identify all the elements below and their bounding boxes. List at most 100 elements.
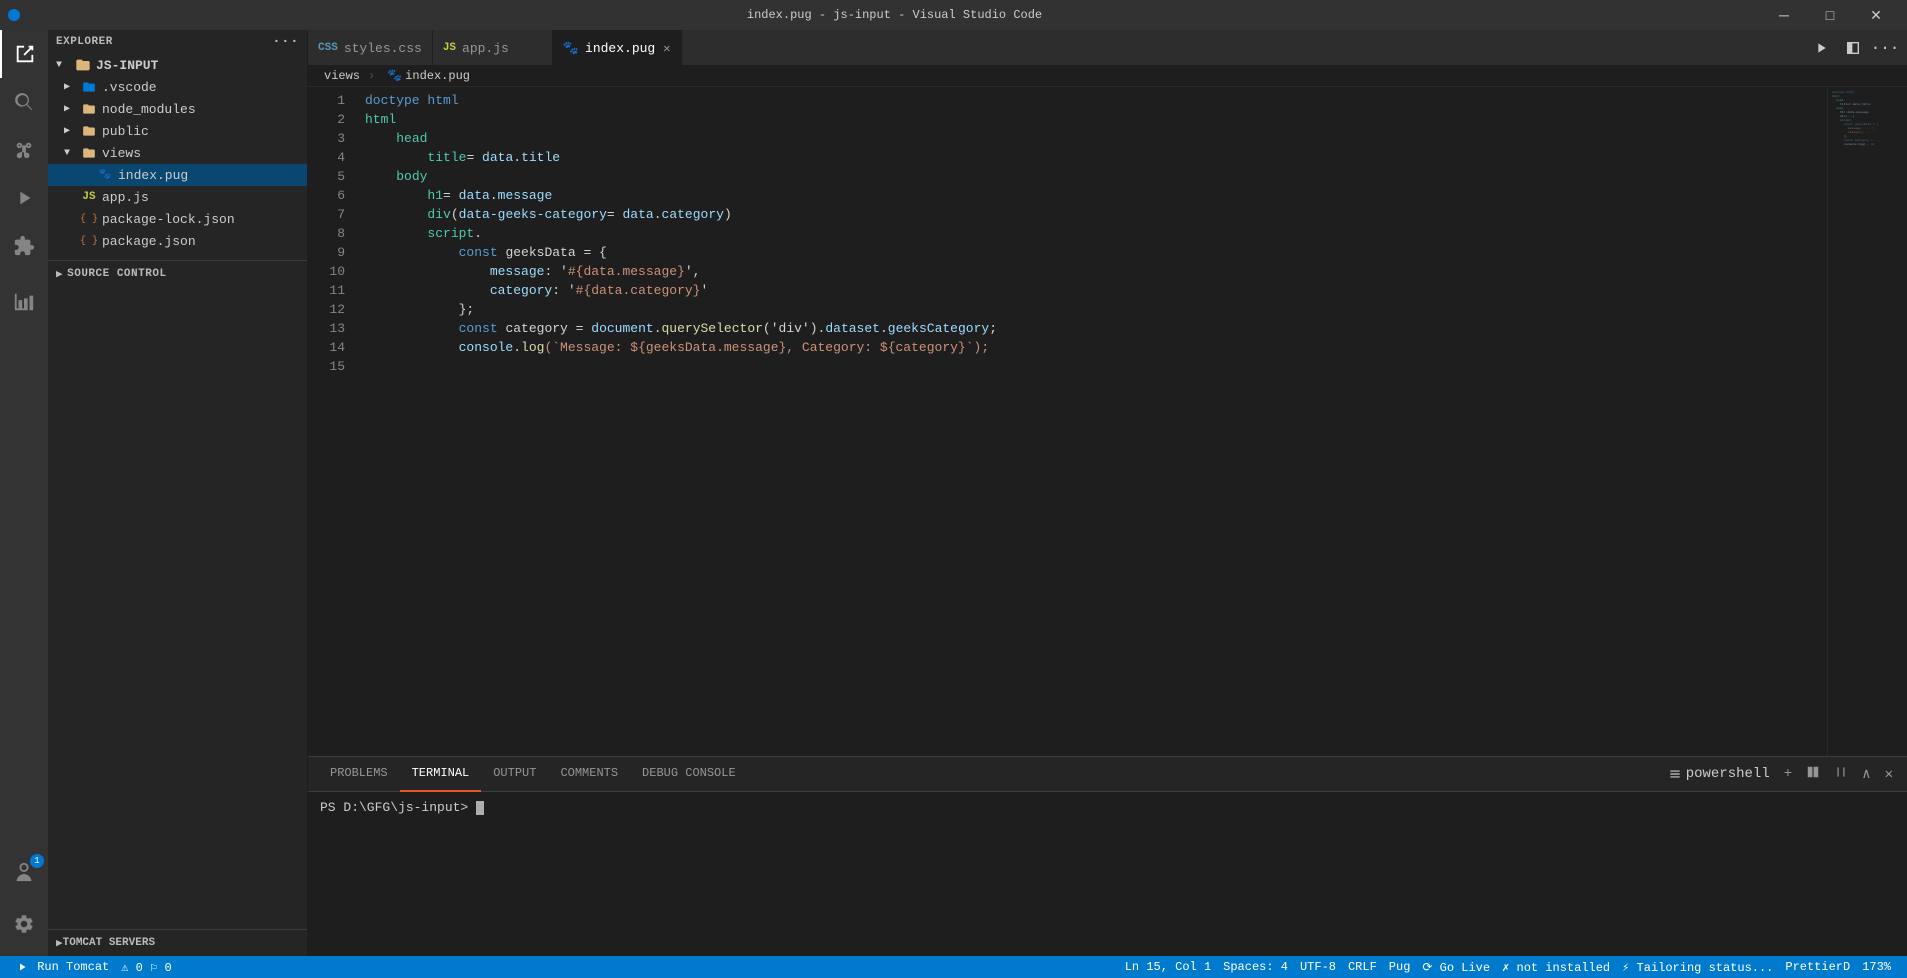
close-tab-icon[interactable]: ✕: [661, 40, 672, 57]
terminal-prompt: PS D:\GFG\js-input>: [320, 800, 1895, 815]
indent-status[interactable]: Spaces: 4: [1217, 960, 1294, 974]
run-editor-icon[interactable]: [1807, 34, 1835, 62]
package-json-icon: { }: [80, 232, 98, 250]
close-terminal-icon[interactable]: ✕: [1881, 764, 1897, 785]
explorer-activity-icon[interactable]: [0, 30, 48, 78]
breadcrumb: views › 🐾index.pug: [308, 65, 1907, 87]
vscode-label: .vscode: [102, 80, 157, 95]
maximize-button[interactable]: □: [1807, 0, 1853, 30]
encoding-status[interactable]: UTF-8: [1294, 960, 1342, 974]
split-terminal-icon[interactable]: [1802, 763, 1824, 786]
terminal-cursor: [476, 801, 484, 815]
explorer-more-icon[interactable]: ···: [272, 34, 299, 50]
minimap-content: doctype html html head title= data.title…: [1832, 91, 1903, 147]
tab-output[interactable]: OUTPUT: [481, 757, 548, 792]
minimap: doctype html html head title= data.title…: [1827, 87, 1907, 756]
prettier-status[interactable]: PrettierD: [1779, 960, 1856, 974]
css-tab-icon: CSS: [318, 42, 338, 54]
account-activity-icon[interactable]: 1: [0, 848, 48, 896]
terminal-label: TERMINAL: [412, 766, 470, 780]
window-controls: ─ □ ✕: [1761, 0, 1899, 30]
tomcat-servers-header[interactable]: ▶ TOMCAT SERVERS: [48, 930, 307, 956]
tab-debug-console[interactable]: DEBUG CONSOLE: [630, 757, 748, 792]
problems-status[interactable]: ⚠ 0 ⚐ 0: [115, 960, 177, 975]
root-folder[interactable]: ▼ JS-INPUT: [48, 54, 307, 76]
cursor-position-status[interactable]: Ln 15, Col 1: [1119, 960, 1217, 974]
title-bar-text: index.pug - js-input - Visual Studio Cod…: [28, 8, 1761, 22]
root-folder-chevron: ▼: [56, 60, 72, 71]
activity-bar: 1: [0, 30, 48, 956]
split-editor-icon[interactable]: [1839, 34, 1867, 62]
terminal-body[interactable]: PS D:\GFG\js-input>: [308, 792, 1907, 956]
settings-activity-icon[interactable]: [0, 900, 48, 948]
tabs-row: CSS styles.css JS app.js 🐾 index.pug ✕: [308, 30, 1907, 65]
run-tomcat-status[interactable]: Run Tomcat: [10, 960, 115, 974]
go-live-status[interactable]: ⟳ Go Live: [1416, 960, 1496, 975]
root-folder-label: JS-INPUT: [96, 58, 158, 73]
code-line-2: html: [365, 110, 1827, 129]
close-button[interactable]: ✕: [1853, 0, 1899, 30]
breadcrumb-index-pug[interactable]: 🐾index.pug: [383, 68, 470, 83]
pug-tab-icon: 🐾: [563, 41, 579, 56]
tab-index-pug[interactable]: 🐾 index.pug ✕: [553, 30, 684, 65]
run-activity-icon[interactable]: [0, 174, 48, 222]
node-modules-folder[interactable]: ▶ node_modules: [48, 98, 307, 120]
chart-activity-icon[interactable]: [0, 278, 48, 326]
code-line-14: console.log(`Message: ${geeksData.messag…: [365, 338, 1827, 357]
extensions-activity-icon[interactable]: [0, 222, 48, 270]
zoom-status[interactable]: 173%: [1856, 960, 1897, 974]
not-installed-status[interactable]: ✗ not installed: [1496, 960, 1616, 975]
package-lock-icon: { }: [80, 210, 98, 228]
status-bar: Run Tomcat ⚠ 0 ⚐ 0 Ln 15, Col 1 Spaces: …: [0, 956, 1907, 978]
index-pug-file[interactable]: ▶ 🐾 index.pug: [48, 164, 307, 186]
package-json-file[interactable]: ▶ { } package.json: [48, 230, 307, 252]
public-icon: [80, 122, 98, 140]
app-js-file[interactable]: ▶ JS app.js: [48, 186, 307, 208]
tab-app-js[interactable]: JS app.js: [433, 30, 553, 65]
new-terminal-icon[interactable]: +: [1780, 764, 1796, 784]
terminal-actions: powershell + ∧ ✕: [1664, 763, 1897, 786]
code-line-6: h1= data.message: [365, 186, 1827, 205]
source-control-activity-icon[interactable]: [0, 126, 48, 174]
package-lock-label: package-lock.json: [102, 212, 235, 227]
maximize-terminal-icon[interactable]: ∧: [1858, 764, 1874, 785]
line-numbers: 1234 5678 9101112 131415: [308, 87, 353, 756]
more-editor-icon[interactable]: ···: [1871, 34, 1899, 62]
views-icon: [80, 144, 98, 162]
search-activity-icon[interactable]: [0, 78, 48, 126]
code-line-11: category: '#{data.category}': [365, 281, 1827, 300]
tab-comments[interactable]: COMMENTS: [548, 757, 630, 792]
account-badge: 1: [30, 854, 44, 868]
kill-terminal-icon[interactable]: [1830, 763, 1852, 786]
line-ending-status[interactable]: CRLF: [1342, 960, 1383, 974]
tab-problems[interactable]: PROBLEMS: [318, 757, 400, 792]
breadcrumb-views[interactable]: views: [324, 69, 360, 83]
code-line-7: div(data-geeks-category= data.category): [365, 205, 1827, 224]
explorer-header[interactable]: EXPLORER ···: [48, 30, 307, 54]
output-label: OUTPUT: [493, 766, 536, 780]
vscode-folder[interactable]: ▶ .vscode: [48, 76, 307, 98]
node-modules-icon: [80, 100, 98, 118]
tab-terminal[interactable]: TERMINAL: [400, 757, 482, 792]
styles-css-label: styles.css: [344, 41, 422, 56]
more-dots-icon: ···: [1871, 39, 1900, 57]
code-line-12: };: [365, 300, 1827, 319]
language-mode-status[interactable]: Pug: [1383, 960, 1417, 974]
tomcat-chevron: ▶: [56, 936, 63, 950]
index-pug-label: index.pug: [118, 168, 188, 183]
tab-styles-css[interactable]: CSS styles.css: [308, 30, 433, 65]
code-editor[interactable]: doctype html html head title= data.title…: [353, 87, 1827, 756]
comments-label: COMMENTS: [560, 766, 618, 780]
views-folder[interactable]: ▼ views: [48, 142, 307, 164]
package-lock-file[interactable]: ▶ { } package-lock.json: [48, 208, 307, 230]
root-folder-icon: [74, 56, 92, 74]
code-line-5: body: [365, 167, 1827, 186]
node-modules-label: node_modules: [102, 102, 196, 117]
problems-label: PROBLEMS: [330, 766, 388, 780]
tomcat-label: TOMCAT SERVERS: [63, 937, 155, 949]
public-folder[interactable]: ▶ public: [48, 120, 307, 142]
powershell-label: powershell: [1664, 764, 1774, 784]
tailoring-status[interactable]: ⚡ Tailoring status...: [1616, 960, 1779, 975]
source-control-header[interactable]: ▶ SOURCE CONTROL: [48, 261, 307, 287]
minimize-button[interactable]: ─: [1761, 0, 1807, 30]
